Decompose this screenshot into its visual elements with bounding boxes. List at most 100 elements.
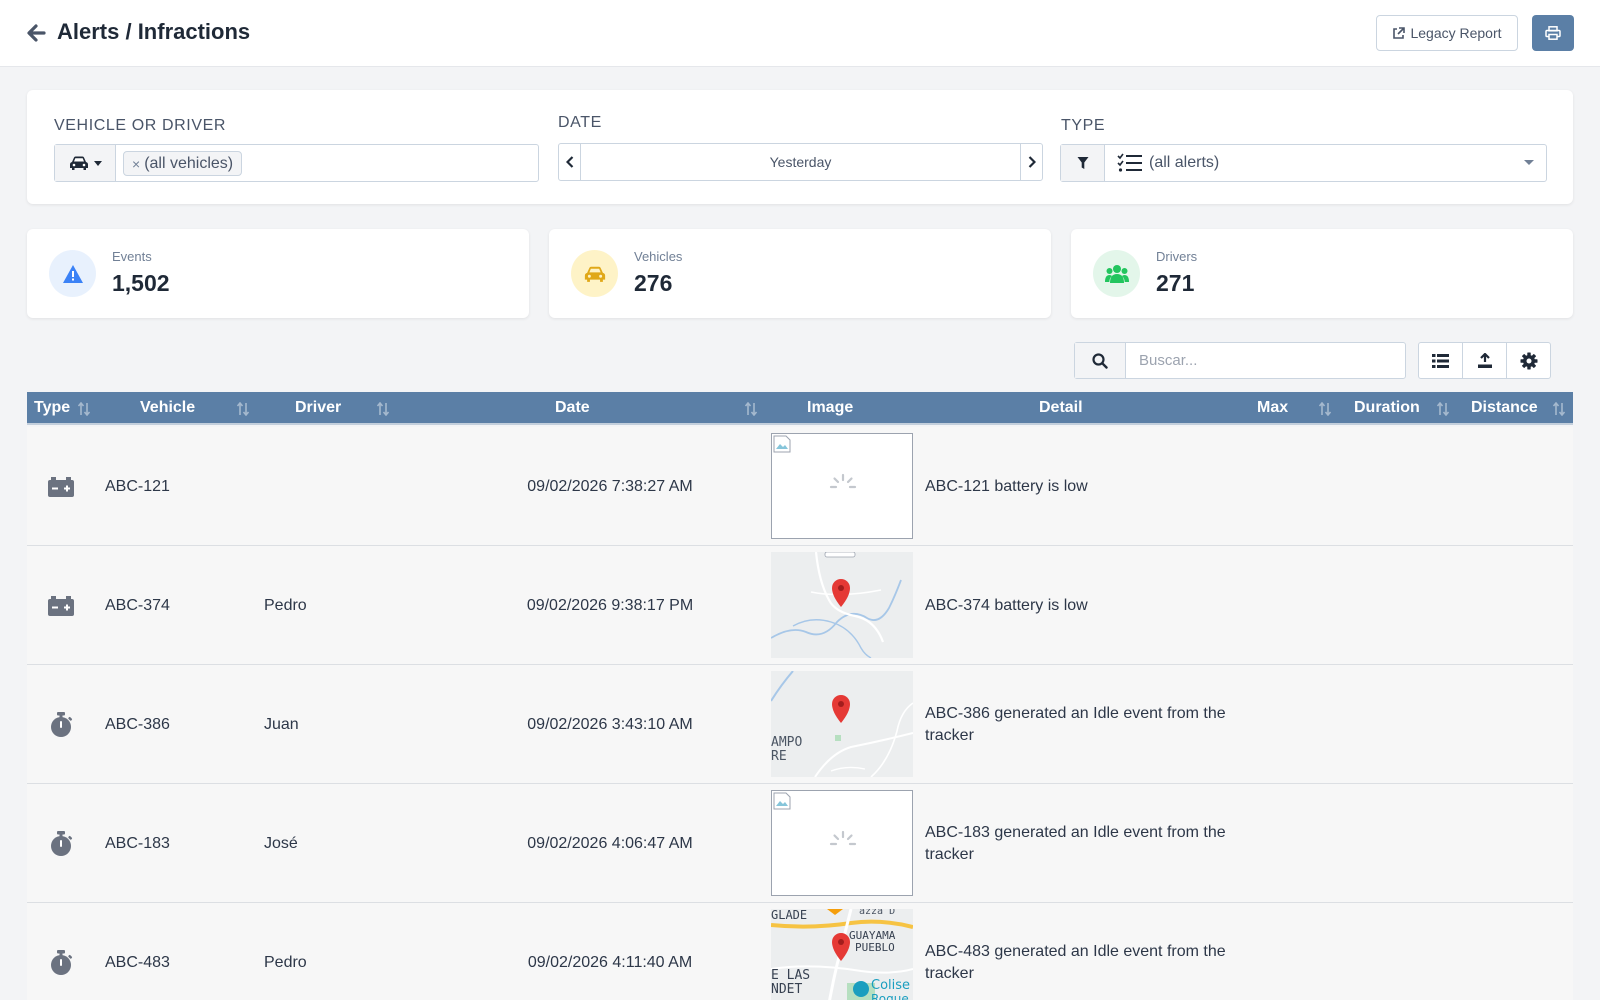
detail-cell: ABC-483 generated an Idle event from the… (925, 942, 1226, 982)
column-header-driver[interactable]: Driver (295, 392, 341, 423)
alert-type-value: (all alerts) (1117, 145, 1219, 181)
legacy-report-button[interactable]: Legacy Report (1376, 15, 1518, 51)
map-label: AMPO (771, 735, 802, 750)
sort-icon[interactable] (237, 402, 249, 416)
detail-cell: ABC-386 generated an Idle event from the… (925, 704, 1226, 744)
list-view-button[interactable] (1419, 343, 1463, 378)
vehicle-driver-select[interactable]: × (all vehicles) (54, 144, 539, 182)
vehicle-cell[interactable]: ABC-483 (105, 903, 170, 1000)
map-label: Colise (871, 978, 910, 993)
type-filter-label: TYPE (1061, 117, 1106, 134)
events-stat-card: Events 1,502 (27, 229, 529, 318)
date-cell: 09/02/2026 7:38:27 AM (527, 477, 693, 495)
sort-icon[interactable] (1319, 402, 1331, 416)
stopwatch-icon (51, 831, 73, 856)
vehicles-icon-circle (571, 250, 618, 297)
dropdown-caret-icon (1524, 160, 1534, 165)
table-header: Type Vehicle Driver Date Image Detail Ma… (27, 392, 1573, 425)
table-row[interactable]: ABC-483 Pedro 09/02/2026 4:11:40 AM azza… (27, 903, 1573, 1000)
column-header-duration[interactable]: Duration (1354, 392, 1420, 423)
events-icon-circle (49, 250, 96, 297)
gear-icon (1520, 352, 1537, 369)
map-label: RE (771, 749, 787, 764)
list-icon (1432, 353, 1449, 368)
remove-tag-icon[interactable]: × (132, 156, 140, 172)
battery-icon (48, 477, 74, 497)
detail-cell: ABC-183 generated an Idle event from the… (925, 823, 1226, 863)
svg-text:azza D: azza D (859, 909, 895, 917)
date-cell: 09/02/2026 4:06:47 AM (527, 834, 693, 852)
vehicle-cell[interactable]: ABC-183 (105, 784, 170, 903)
table-row[interactable]: ABC-183 José 09/02/2026 4:06:47 AM ABC-1… (27, 784, 1573, 903)
driver-cell: Juan (264, 715, 299, 733)
page-title: Alerts / Infractions (57, 19, 251, 44)
detail-cell: ABC-374 battery is low (925, 596, 1088, 614)
car-icon (584, 266, 605, 282)
sort-icon[interactable] (745, 402, 757, 416)
map-thumbnail[interactable]: azza D GLADE GUAYAMA PUEBLO E LAS NDET C… (771, 909, 913, 1000)
type-icon-cell (47, 592, 75, 620)
vehicles-value: 276 (634, 270, 673, 296)
print-icon (1545, 26, 1561, 40)
export-icon (1477, 352, 1492, 368)
driver-cell: José (264, 834, 298, 852)
driver-cell: Pedro (264, 596, 307, 614)
column-header-max[interactable]: Max (1257, 392, 1288, 423)
map-thumbnail[interactable]: AMPO RE (771, 671, 913, 777)
sort-icon[interactable] (78, 402, 90, 416)
page-header: Alerts / Infractions Legacy Report (0, 0, 1600, 67)
image-placeholder (771, 433, 913, 539)
filter-button[interactable] (1061, 145, 1105, 181)
column-header-type[interactable]: Type (34, 392, 70, 423)
column-header-distance[interactable]: Distance (1471, 392, 1538, 423)
date-cell: 09/02/2026 3:43:10 AM (527, 715, 693, 733)
battery-icon (48, 596, 74, 616)
vehicle-cell[interactable]: ABC-386 (105, 665, 170, 784)
vehicle-type-dropdown[interactable] (55, 145, 116, 181)
users-icon (1104, 264, 1129, 283)
broken-image-icon (773, 792, 791, 810)
image-cell: AMPO RE (771, 671, 913, 777)
image-cell (771, 433, 913, 539)
stopwatch-icon (51, 712, 73, 737)
vehicle-tag-label: (all vehicles) (144, 154, 234, 172)
list-check-icon (1117, 153, 1142, 172)
table-row[interactable]: ABC-374 Pedro 09/02/2026 9:38:17 PM ABC-… (27, 546, 1573, 665)
search-button[interactable] (1075, 343, 1126, 378)
drivers-label: Drivers (1156, 249, 1198, 264)
map-label: Roque (871, 992, 909, 1000)
loading-spinner-icon (829, 830, 857, 846)
next-date-button[interactable] (1020, 144, 1042, 180)
print-button[interactable] (1532, 15, 1574, 51)
map-thumbnail[interactable] (771, 552, 913, 658)
external-link-icon (1393, 26, 1406, 39)
filter-panel: VEHICLE OR DRIVER × (all vehicles) DATE … (27, 90, 1573, 204)
date-cell: 09/02/2026 9:38:17 PM (526, 596, 694, 614)
vehicle-cell[interactable]: ABC-374 (105, 546, 170, 665)
previous-date-button[interactable] (559, 144, 581, 180)
map-label: GLADE (771, 909, 807, 922)
settings-button[interactable] (1507, 343, 1550, 378)
vehicle-cell[interactable]: ABC-121 (105, 427, 170, 546)
type-icon-cell (47, 473, 75, 501)
map-label: E LAS (771, 968, 810, 983)
image-placeholder (771, 790, 913, 896)
table-row[interactable]: ABC-386 Juan 09/02/2026 3:43:10 AM AMPO … (27, 665, 1573, 784)
column-header-vehicle[interactable]: Vehicle (140, 392, 195, 423)
loading-spinner-icon (829, 473, 857, 489)
export-button[interactable] (1463, 343, 1507, 378)
sort-icon[interactable] (1553, 402, 1565, 416)
sort-icon[interactable] (1437, 402, 1449, 416)
alert-type-select[interactable]: (all alerts) (1060, 144, 1547, 182)
column-header-detail: Detail (1039, 399, 1083, 416)
back-arrow-icon[interactable] (26, 22, 46, 44)
date-cell: 09/02/2026 4:11:40 AM (527, 953, 693, 971)
date-value[interactable]: Yesterday (581, 144, 1020, 180)
type-icon-cell (47, 949, 75, 977)
search-input[interactable] (1127, 343, 1403, 378)
column-header-date[interactable]: Date (555, 392, 590, 423)
sort-icon[interactable] (377, 402, 389, 416)
table-row[interactable]: ABC-121 09/02/2026 7:38:27 AM ABC-121 ba… (27, 427, 1573, 546)
image-cell (771, 790, 913, 896)
date-filter-label: DATE (558, 114, 602, 131)
